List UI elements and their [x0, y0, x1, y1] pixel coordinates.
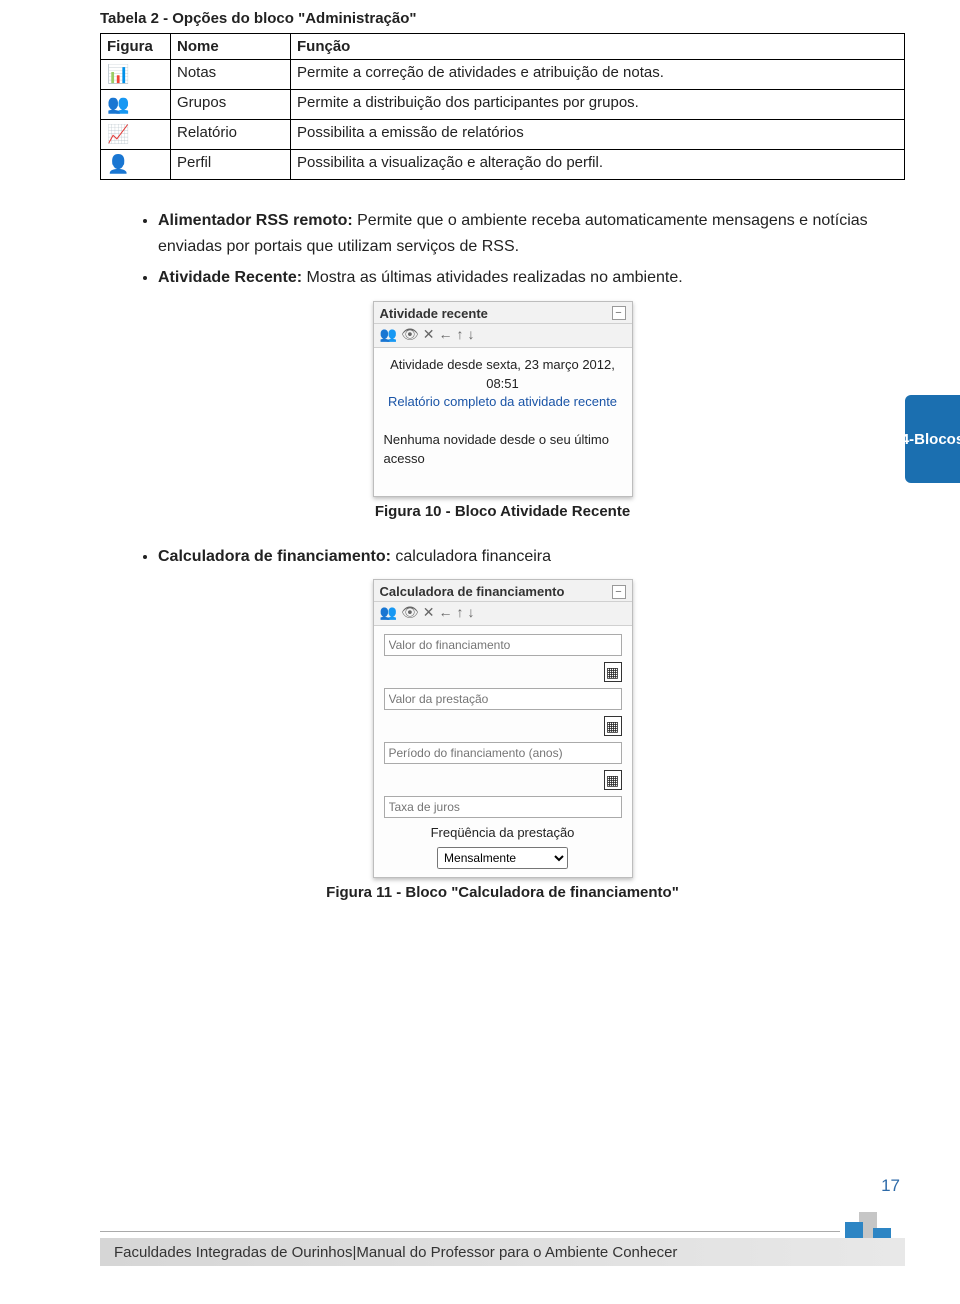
block-title: Calculadora de financiamento [380, 584, 565, 599]
grades-icon: 📊 [107, 64, 129, 84]
block-edit-icons[interactable]: 👥👁✕←↑↓ [374, 324, 632, 348]
assign-roles-icon[interactable]: 👥 [380, 326, 401, 342]
footer-right: Manual do Professor para o Ambiente Conh… [356, 1244, 677, 1261]
calculator-icon[interactable] [604, 770, 622, 790]
figure11-caption: Figura 11 - Bloco "Calculadora de financ… [100, 884, 905, 901]
row-nome: Perfil [171, 150, 291, 180]
calculadora-block: Calculadora de financiamento − 👥👁✕←↑↓ Fr… [373, 579, 633, 878]
section-tab-blocos: 4-Blocos [905, 395, 960, 483]
page-number: 17 [881, 1176, 900, 1196]
rss-label: Alimentador RSS remoto: [158, 212, 353, 229]
activity-since-text: Atividade desde sexta, 23 março 2012, 08… [384, 356, 622, 394]
collapse-icon[interactable]: − [612, 306, 626, 320]
frequencia-select[interactable]: Mensalmente [437, 847, 568, 869]
table-row: 👤 Perfil Possibilita a visualização e al… [101, 150, 905, 180]
list-item: Atividade Recente: Mostra as últimas ati… [158, 265, 905, 291]
table-row: 📈 Relatório Possibilita a emissão de rel… [101, 120, 905, 150]
move-down-icon[interactable]: ↓ [467, 604, 478, 620]
profile-icon: 👤 [107, 154, 129, 174]
atividade-text: Mostra as últimas atividades realizadas … [302, 269, 683, 286]
assign-roles-icon[interactable]: 👥 [380, 604, 401, 620]
table-row: 📊 Notas Permite a correção de atividades… [101, 60, 905, 90]
valor-prestacao-input[interactable] [384, 688, 622, 710]
block-edit-icons[interactable]: 👥👁✕←↑↓ [374, 602, 632, 626]
th-funcao: Função [291, 34, 905, 60]
move-down-icon[interactable]: ↓ [467, 326, 478, 342]
calculator-icon[interactable] [604, 662, 622, 682]
row-funcao: Permite a distribuição dos participantes… [291, 90, 905, 120]
delete-icon[interactable]: ✕ [423, 326, 439, 342]
calc-text: calculadora financeira [391, 548, 551, 565]
atividade-recente-block: Atividade recente − 👥👁✕←↑↓ Atividade des… [373, 301, 633, 497]
collapse-icon[interactable]: − [612, 585, 626, 599]
hide-icon[interactable]: 👁 [401, 326, 423, 342]
footer-left: Faculdades Integradas de Ourinhos [114, 1244, 352, 1261]
row-funcao: Possibilita a visualização e alteração d… [291, 150, 905, 180]
move-up-icon[interactable]: ↑ [456, 326, 467, 342]
calculator-icon[interactable] [604, 716, 622, 736]
row-funcao: Possibilita a emissão de relatórios [291, 120, 905, 150]
valor-financiamento-input[interactable] [384, 634, 622, 656]
admin-options-table: Figura Nome Função 📊 Notas Permite a cor… [100, 33, 905, 180]
hide-icon[interactable]: 👁 [401, 604, 423, 620]
figure10-caption: Figura 10 - Bloco Atividade Recente [100, 503, 905, 520]
row-funcao: Permite a correção de atividades e atrib… [291, 60, 905, 90]
move-left-icon[interactable]: ← [438, 604, 456, 620]
no-news-text: Nenhuma novidade desde o seu último aces… [384, 431, 622, 469]
row-nome: Relatório [171, 120, 291, 150]
footer-text: Faculdades Integradas de Ourinhos | Manu… [100, 1238, 905, 1266]
periodo-input[interactable] [384, 742, 622, 764]
footer-divider [100, 1231, 840, 1232]
groups-icon: 👥 [107, 94, 129, 114]
table-caption: Tabela 2 - Opções do bloco "Administraçã… [100, 10, 905, 27]
full-report-link[interactable]: Relatório completo da atividade recente [384, 393, 622, 412]
list-item: Alimentador RSS remoto: Permite que o am… [158, 208, 905, 259]
move-left-icon[interactable]: ← [438, 326, 456, 342]
move-up-icon[interactable]: ↑ [456, 604, 467, 620]
calc-label: Calculadora de financiamento: [158, 548, 391, 565]
delete-icon[interactable]: ✕ [423, 604, 439, 620]
block-title: Atividade recente [380, 306, 488, 321]
th-figura: Figura [101, 34, 171, 60]
report-icon: 📈 [107, 124, 129, 144]
row-nome: Notas [171, 60, 291, 90]
atividade-label: Atividade Recente: [158, 269, 302, 286]
taxa-juros-input[interactable] [384, 796, 622, 818]
th-nome: Nome [171, 34, 291, 60]
table-row: 👥 Grupos Permite a distribuição dos part… [101, 90, 905, 120]
list-item: Calculadora de financiamento: calculador… [158, 544, 905, 570]
frequencia-label: Freqüência da prestação [384, 824, 622, 843]
row-nome: Grupos [171, 90, 291, 120]
